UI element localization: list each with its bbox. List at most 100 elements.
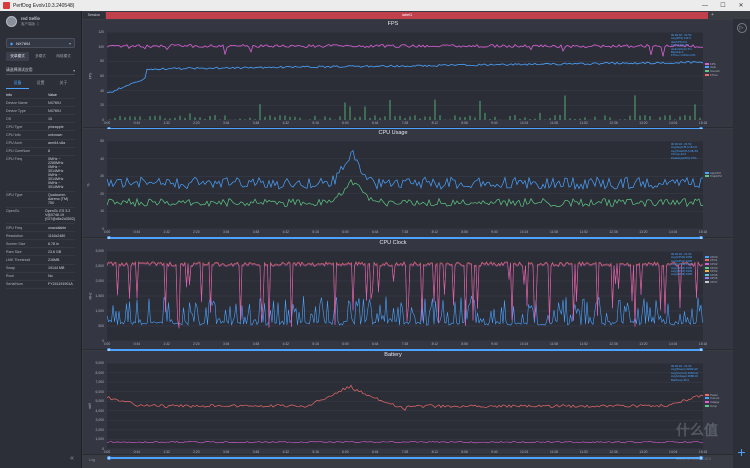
legend-swatch — [705, 266, 709, 269]
table-row: Device Name NX769J — [6, 99, 75, 108]
x-axis: 0:00 0:44 1:32 2:20 3:04 3:48 4:32 5:16 6:00 6:44… — [104, 342, 707, 347]
table-row: CPU Freq 0MHz ~ 2265MHz 0MHz ~ 3014MHz 0M… — [6, 156, 75, 192]
maximize-icon[interactable]: ☐ — [714, 0, 732, 11]
info-value: No — [48, 274, 53, 279]
y-tick-label: 100 — [98, 44, 104, 49]
x-tick-label: 6:44 — [371, 121, 379, 125]
series-line — [107, 179, 703, 208]
x-tick-label: 15:18 — [698, 121, 708, 125]
collapse-sidebar-icon[interactable]: « — [70, 455, 74, 462]
x-tick-label: 7:28 — [401, 450, 409, 454]
mode-tab-network[interactable]: 网络模式 — [52, 52, 75, 61]
x-tick-label: 5:16 — [312, 342, 319, 346]
y-tick-label: 4,000 — [95, 408, 105, 413]
x-tick-label: 11:08 — [549, 342, 559, 346]
mode-tab-android[interactable]: 安卓模式 — [6, 52, 29, 61]
chevron-down-icon: ▾ — [68, 40, 71, 46]
info-value: 1116x2480 — [48, 233, 66, 238]
legend-item[interactable]: Temp — [705, 404, 733, 408]
device-info-table: Info Value Device Name NX769J Device Type N… — [6, 91, 75, 289]
series-line — [107, 149, 703, 191]
table-row: Swap 19144 MB — [6, 265, 75, 273]
x-tick-label: 13:20 — [639, 230, 648, 234]
battery-plot[interactable] — [107, 363, 703, 449]
x-tick-label: 15:18 — [698, 342, 708, 346]
info-value: pineapple — [48, 124, 64, 129]
x-tick-label: 8:56 — [461, 342, 468, 346]
user-card[interactable]: red Selfie 客户端版 ⇩ — [0, 11, 81, 32]
info-value: 8 — [48, 149, 50, 154]
y-tick-label: 80 — [100, 59, 104, 64]
x-tick-label: 3:48 — [252, 230, 260, 234]
log-button[interactable]: Log — [89, 458, 95, 462]
table-row: Screen Size 6.78 in — [6, 240, 75, 249]
x-axis: 0:00 0:44 1:32 2:20 3:04 3:48 4:32 5:16 6:00 6:44… — [103, 450, 707, 455]
time-range-slider[interactable] — [107, 456, 703, 460]
cpu-panel: CPU Usage 50 40 30 20 10 0% 0:00 0:44 1:32 2:20 3:0… — [83, 129, 733, 240]
title-bar: PerfDog Evolv10.3.240548) — ☐ ✕ — [0, 0, 750, 11]
add-icon[interactable]: + — [733, 443, 750, 460]
fps-plot[interactable] — [107, 32, 703, 120]
x-tick-label: 5:16 — [312, 450, 319, 454]
legend-label: CPU7 — [710, 279, 718, 284]
info-tab-settings[interactable]: 设置 — [29, 80, 52, 89]
legend-swatch — [705, 69, 709, 72]
panel-title: FPS — [387, 21, 399, 27]
legend-swatch — [705, 400, 709, 403]
x-tick-label: 8:12 — [431, 342, 439, 346]
legend-swatch — [705, 404, 709, 407]
mode-tab-multi[interactable]: 多模式 — [29, 52, 52, 61]
play-icon[interactable]: ▷ — [736, 23, 747, 33]
y-tick-label: 2,500 — [95, 264, 105, 268]
x-tick-label: 2:20 — [193, 450, 200, 454]
panel-title: CPU Usage — [378, 130, 408, 136]
table-row: Ram Size 23.6 GB — [6, 248, 75, 257]
info-key: CPU Freq — [6, 157, 22, 162]
legend-swatch — [705, 262, 709, 265]
stats-summary: 00:00:18 - 01:53 Avg(FPS):116.5 Var(FPS):0… — [671, 33, 711, 58]
x-tick-label: 6:00 — [342, 121, 349, 125]
avatar[interactable] — [6, 16, 17, 27]
y-axis: 50 40 30 20 10 0% — [83, 139, 106, 231]
x-tick-label: 0:44 — [133, 450, 141, 454]
cpu-plot[interactable] — [107, 141, 703, 229]
info-tab-device[interactable]: 设备 — [6, 80, 29, 89]
clock-plot[interactable] — [107, 251, 703, 341]
x-tick-label: 4:32 — [282, 230, 290, 234]
legend-item[interactable]: CPU7 — [705, 280, 733, 284]
y-axis-unit: % — [86, 183, 91, 187]
info-key: Resolution — [6, 233, 23, 238]
info-key: GPU Freq — [6, 225, 23, 230]
x-tick-label: 4:32 — [282, 342, 290, 346]
legend-swatch — [705, 171, 709, 174]
x-tick-label: 0:00 — [103, 450, 111, 454]
x-tick-label: 12:36 — [609, 342, 618, 346]
info-key: OS — [6, 116, 12, 121]
close-icon[interactable]: ✕ — [732, 0, 750, 11]
tab-session[interactable]: Session — [83, 11, 105, 19]
add-tab-icon[interactable]: + — [711, 12, 714, 18]
x-tick-label: 4:32 — [282, 121, 290, 125]
x-tick-label: 6:44 — [371, 230, 379, 234]
slider-handle[interactable] — [107, 456, 111, 460]
x-tick-label: 8:12 — [431, 121, 439, 125]
tab-label1[interactable]: label1 — [106, 11, 708, 19]
window-title: PerfDog Evolv10.3.240548) — [13, 2, 75, 9]
info-value: 216MB — [48, 257, 60, 262]
table-row: SerialNum FY241191901A — [6, 281, 75, 289]
panel-title: CPU Clock — [379, 240, 407, 246]
x-tick-label: 8:12 — [431, 230, 439, 234]
device-select[interactable]: ◆ NX769J ▾ — [6, 38, 75, 48]
legend-item[interactable]: FTime — [705, 73, 733, 77]
info-tab-about[interactable]: 关于 — [52, 80, 75, 89]
app-select[interactable]: 请选择测试应用 ▾ — [6, 66, 75, 75]
info-value: NX769J — [48, 108, 61, 113]
info-key: Swap — [6, 266, 15, 271]
info-key: Device Name — [6, 100, 28, 105]
table-row: LMK Threshold 216MB — [6, 256, 75, 265]
stats-summary: 00:00:18 - 01:53 Avg(Power):4200mW Avg(Cur… — [671, 364, 711, 382]
minimize-icon[interactable]: — — [696, 0, 714, 11]
table-row: GPU Freq unavailable — [6, 224, 75, 233]
legend-item[interactable]: TotalCPU — [705, 174, 733, 178]
stats-line: BattTemp:36.0 — [671, 377, 690, 382]
